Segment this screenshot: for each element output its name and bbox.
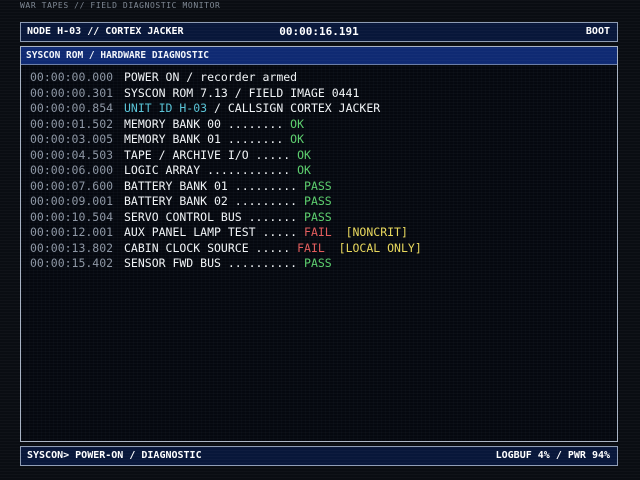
log-row: 00:00:10.504 SERVO CONTROL BUS ....... PA… [30,210,422,226]
log-status-badge: PASS [304,178,332,193]
log-timestamp: 00:00:00.854 [30,101,114,115]
log-timestamp: 00:00:12.001 [30,225,114,239]
log-unit-id: UNIT ID H-03 [124,101,208,115]
log-timestamp: 00:00:10.504 [30,209,114,224]
log-message: CABIN CLOCK SOURCE ..... [124,240,298,255]
log-message: AUX PANEL LAMP TEST ..... [124,225,305,239]
log-message: MEMORY BANK 01 ........ [124,132,291,146]
log-row: 00:00:13.802 CABIN CLOCK SOURCE ..... FAI… [30,241,422,257]
log-message: SERVO CONTROL BUS ....... [124,209,305,224]
log-status-badge: OK [290,116,305,131]
elapsed-clock: 00:00:16.191 [279,25,359,38]
log-message: SENSOR FWD BUS .......... [124,256,305,270]
log-note: [LOCAL ONLY] [338,240,422,255]
log-row: 00:00:01.502 MEMORY BANK 00 ........ OK [30,117,422,133]
log-row: 00:00:15.402 SENSOR FWD BUS .......... PA… [30,256,422,272]
log-timestamp: 00:00:07.600 [30,178,114,193]
log-status-badge: PASS [304,194,332,208]
log-message: BATTERY BANK 02 ......... [124,194,305,208]
log-status-badge: PASS [304,209,332,224]
diagnostic-log[interactable]: 00:00:00.000 POWER ON / recorder armed 00:… [30,70,422,272]
log-timestamp: 00:00:15.402 [30,256,114,270]
log-row: 00:00:04.503 TAPE / ARCHIVE I/O ..... OK [30,148,422,164]
log-row: 00:00:00.301 SYSCON ROM 7.13 / FIELD IMAG… [30,86,422,102]
log-message: POWER ON / recorder armed [124,70,298,84]
log-message: SYSCON ROM 7.13 / FIELD IMAGE 0441 [124,85,360,100]
panel-title: SYSCON ROM / HARDWARE DIAGNOSTIC [21,47,617,65]
log-row: 00:00:09.001 BATTERY BANK 02 ......... PA… [30,194,422,210]
log-timestamp: 00:00:00.301 [30,85,114,100]
log-status-badge: OK [290,132,305,146]
log-status-badge: PASS [304,256,332,270]
log-row: 00:00:00.854 UNIT ID H-03 / CALLSIGN CORT… [30,101,422,117]
command-footer: SYSCON> POWER-ON / DIAGNOSTIC LOGBUF 4% … [20,446,618,466]
log-timestamp: 00:00:06.000 [30,163,114,177]
log-message: BATTERY BANK 01 ......... [124,178,305,193]
log-note: [NONCRIT] [345,225,408,239]
log-message: MEMORY BANK 00 ........ [124,116,291,131]
log-row: 00:00:03.005 MEMORY BANK 01 ........ OK [30,132,422,148]
log-row: 00:00:06.000 LOGIC ARRAY ............ OK [30,163,422,179]
buffer-power-stats: LOGBUF 4% / PWR 94% [495,450,610,461]
command-prompt[interactable]: SYSCON> POWER-ON / DIAGNOSTIC [27,447,202,465]
log-row: 00:00:12.001 AUX PANEL LAMP TEST ..... FA… [30,225,422,241]
log-status-badge: OK [297,147,311,162]
log-timestamp: 00:00:09.001 [30,194,114,208]
log-timestamp: 00:00:01.502 [30,116,114,131]
log-message: TAPE / ARCHIVE I/O ..... [124,147,298,162]
log-timestamp: 00:00:00.000 [30,70,114,84]
log-row: 00:00:07.600 BATTERY BANK 01 ......... PA… [30,179,422,195]
log-status-badge: FAIL [304,225,332,239]
log-timestamp: 00:00:04.503 [30,147,114,162]
log-message: LOGIC ARRAY ............ [124,163,298,177]
window-caption: WAR TAPES // FIELD DIAGNOSTIC MONITOR [20,1,221,10]
diagnostic-panel: SYSCON ROM / HARDWARE DIAGNOSTIC 00:00:0… [20,46,618,442]
log-status-badge: OK [297,163,311,177]
log-row: 00:00:00.000 POWER ON / recorder armed [30,70,422,86]
mode-indicator: BOOT [585,26,610,37]
log-status-badge: FAIL [297,240,325,255]
log-timestamp: 00:00:03.005 [30,132,114,146]
log-timestamp: 00:00:13.802 [30,240,114,255]
status-header: NODE H-03 // CORTEX JACKER 00:00:16.191 … [20,22,618,42]
log-message: / CALLSIGN CORTEX JACKER [207,101,381,115]
